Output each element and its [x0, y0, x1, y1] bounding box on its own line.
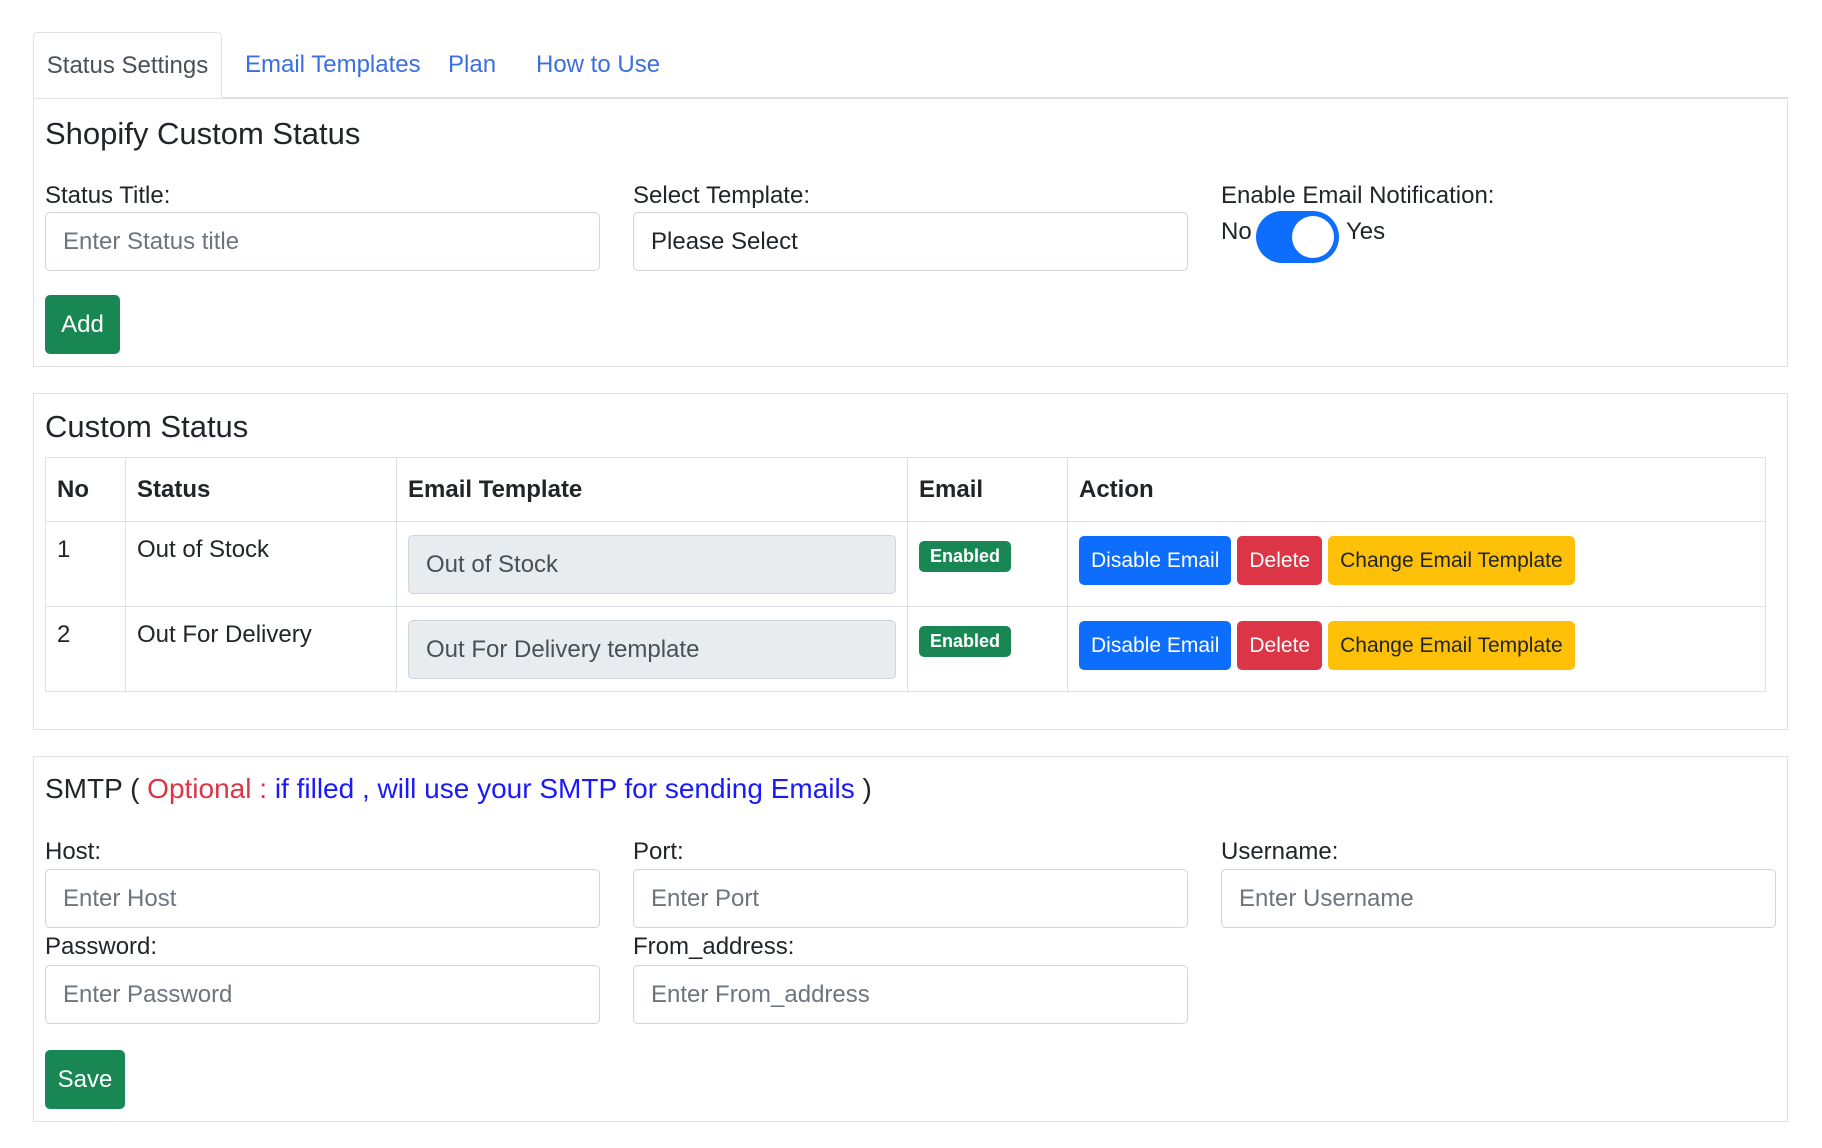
shopify-custom-status-title: Shopify Custom Status	[45, 116, 361, 151]
smtp-note: if filled , will use your SMTP for sendi…	[274, 773, 855, 804]
toggle-knob	[1292, 216, 1334, 258]
email-notification-toggle[interactable]	[1256, 211, 1339, 263]
header-no: No	[45, 457, 126, 522]
tab-plan[interactable]: Plan	[448, 32, 496, 98]
nav-tabs: Status Settings Email Templates Plan How…	[33, 32, 1788, 99]
from-address-label: From_address:	[633, 933, 795, 960]
disable-email-button[interactable]: Disable Email	[1079, 621, 1232, 670]
host-input[interactable]	[45, 869, 600, 928]
table-row: 1 Out of Stock Out of Stock Enabled Disa…	[45, 521, 1766, 607]
select-template-label: Select Template:	[633, 182, 810, 209]
add-button[interactable]: Add	[45, 295, 120, 354]
header-action: Action	[1067, 457, 1766, 522]
enabled-badge: Enabled	[919, 626, 1012, 657]
row-no: 1	[45, 521, 126, 607]
row-template-field: Out of Stock	[408, 535, 896, 594]
custom-status-title: Custom Status	[45, 409, 249, 444]
row-status: Out of Stock	[125, 521, 397, 607]
username-input[interactable]	[1221, 869, 1776, 928]
smtp-close-paren: )	[862, 773, 872, 804]
smtp-open-paren: (	[130, 773, 140, 804]
smtp-optional-label: Optional :	[147, 773, 268, 804]
smtp-card: SMTP ( Optional : if filled , will use y…	[33, 756, 1788, 1122]
username-label: Username:	[1221, 838, 1339, 865]
status-title-label: Status Title:	[45, 182, 171, 209]
row-template-field: Out For Delivery template	[408, 620, 896, 679]
save-button[interactable]: Save	[45, 1050, 125, 1109]
port-label: Port:	[633, 838, 684, 865]
row-status: Out For Delivery	[125, 606, 397, 692]
header-status: Status	[125, 457, 397, 522]
row-template-cell: Out of Stock	[396, 521, 908, 607]
smtp-label: SMTP	[45, 773, 123, 804]
custom-status-table: No Status Email Template Email Action 1 …	[45, 457, 1766, 692]
row-actions: Disable Email Delete Change Email Templa…	[1067, 521, 1766, 607]
tab-status-settings[interactable]: Status Settings	[33, 32, 222, 99]
port-input[interactable]	[633, 869, 1188, 928]
row-no: 2	[45, 606, 126, 692]
delete-button[interactable]: Delete	[1237, 621, 1323, 670]
host-label: Host:	[45, 838, 102, 865]
status-title-input[interactable]	[45, 212, 600, 271]
email-notification-label: Enable Email Notification:	[1221, 182, 1495, 209]
shopify-custom-status-card: Shopify Custom Status Status Title: Sele…	[33, 98, 1788, 367]
password-label: Password:	[45, 933, 158, 960]
table-row: 2 Out For Delivery Out For Delivery temp…	[45, 606, 1766, 692]
header-email-template: Email Template	[396, 457, 908, 522]
row-template-cell: Out For Delivery template	[396, 606, 908, 692]
toggle-yes-label: Yes	[1346, 218, 1386, 245]
row-email-cell: Enabled	[907, 606, 1068, 692]
row-actions: Disable Email Delete Change Email Templa…	[1067, 606, 1766, 692]
change-email-template-button[interactable]: Change Email Template	[1328, 536, 1575, 585]
select-template-dropdown[interactable]: Please Select	[633, 212, 1188, 271]
change-email-template-button[interactable]: Change Email Template	[1328, 621, 1575, 670]
smtp-title: SMTP ( Optional : if filled , will use y…	[45, 773, 872, 805]
header-email: Email	[907, 457, 1068, 522]
disable-email-button[interactable]: Disable Email	[1079, 536, 1232, 585]
delete-button[interactable]: Delete	[1237, 536, 1323, 585]
password-input[interactable]	[45, 965, 600, 1024]
tab-how-to-use[interactable]: How to Use	[536, 32, 660, 98]
row-email-cell: Enabled	[907, 521, 1068, 607]
tab-email-templates[interactable]: Email Templates	[245, 32, 421, 98]
from-address-input[interactable]	[633, 965, 1188, 1024]
custom-status-card: Custom Status No Status Email Template E…	[33, 393, 1788, 730]
enabled-badge: Enabled	[919, 541, 1012, 572]
toggle-no-label: No	[1221, 218, 1252, 245]
